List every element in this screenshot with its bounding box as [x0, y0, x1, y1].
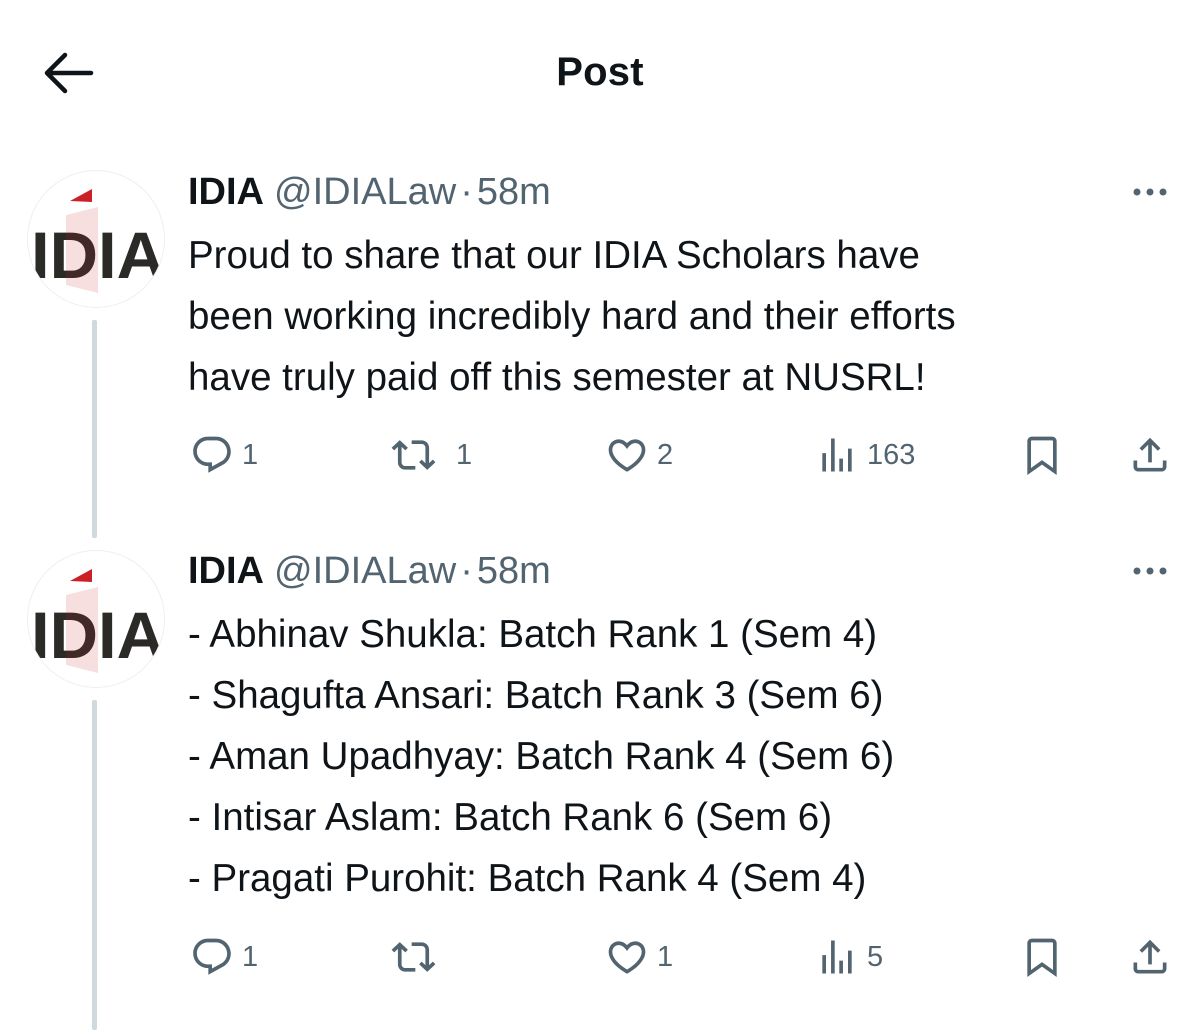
views-chart-icon	[822, 940, 852, 974]
tweet-text: - Abhinav Shukla: Batch Rank 1 (Sem 4) -…	[188, 604, 1178, 909]
like-button[interactable]: 1	[605, 932, 673, 982]
like-count: 1	[657, 940, 674, 973]
bookmark-button[interactable]	[1020, 932, 1064, 982]
view-count: 5	[867, 940, 884, 973]
heart-icon	[608, 941, 646, 974]
rank-line: - Abhinav Shukla: Batch Rank 1 (Sem 4)	[188, 613, 878, 656]
timestamp[interactable]: 58m	[477, 550, 551, 592]
bookmark-icon	[1027, 938, 1057, 978]
share-button[interactable]	[1128, 932, 1172, 982]
reply-count: 1	[242, 940, 259, 973]
idia-logo: IDIA	[31, 569, 164, 673]
views-button[interactable]: 5	[815, 932, 883, 982]
separator: ·	[460, 550, 473, 592]
rank-line: - Pragati Purohit: Batch Rank 4 (Sem 4)	[188, 857, 867, 900]
tweet-header: IDIA @IDIALaw · 58m	[188, 546, 551, 596]
repost-icon	[391, 942, 436, 972]
tweet[interactable]: IDIA IDIA @IDIALaw · 58m - Abhinav Shukla: …	[0, 0, 1200, 1030]
share-icon	[1133, 939, 1167, 974]
author-name[interactable]: IDIA	[188, 550, 264, 592]
rank-line: - Intisar Aslam: Batch Rank 6 (Sem 6)	[188, 796, 833, 839]
more-horizontal-icon	[1133, 567, 1167, 575]
avatar[interactable]: IDIA	[27, 550, 165, 688]
reply-button[interactable]: 1	[190, 932, 258, 982]
more-button[interactable]	[1125, 556, 1175, 586]
action-bar: 1 1 5	[0, 932, 1200, 982]
rank-line: - Aman Upadhyay: Batch Rank 4 (Sem 6)	[188, 735, 895, 778]
repost-button[interactable]	[390, 932, 456, 982]
rank-line: - Shagufta Ansari: Batch Rank 3 (Sem 6)	[188, 674, 884, 717]
reply-icon	[193, 938, 231, 975]
author-handle[interactable]: @IDIALaw	[274, 550, 456, 592]
